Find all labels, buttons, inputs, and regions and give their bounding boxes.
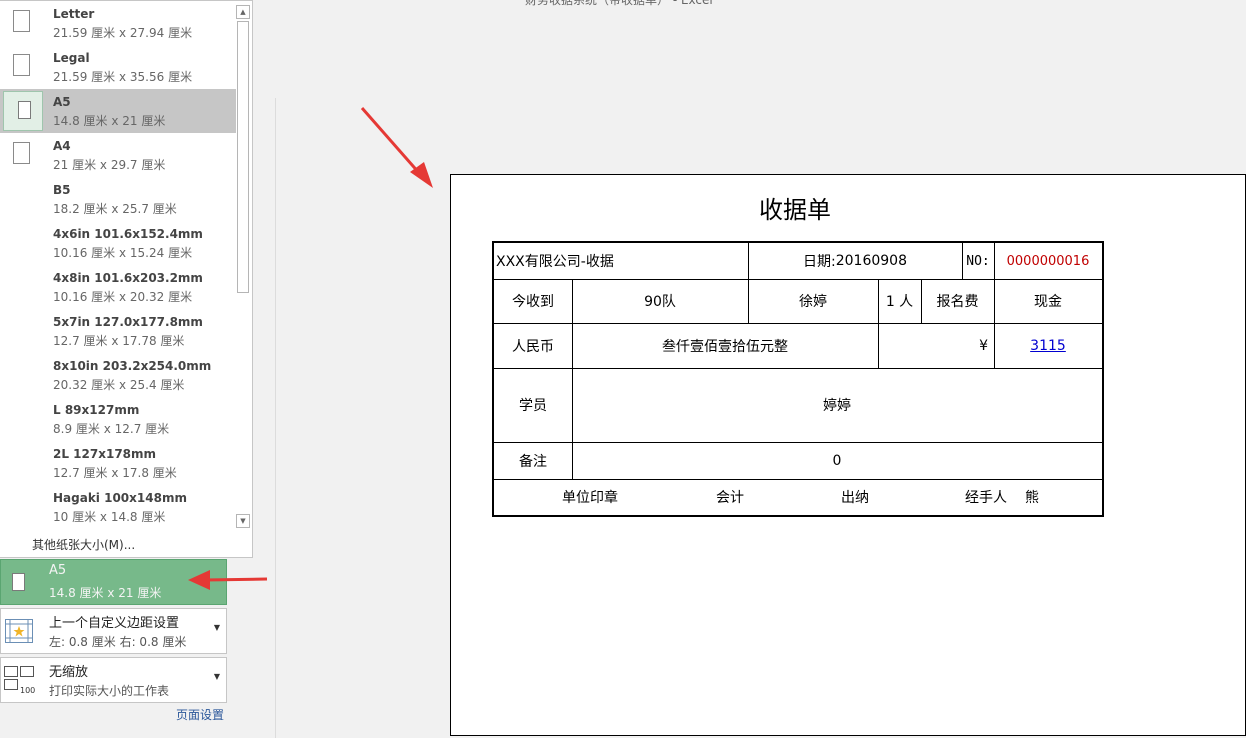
company-name: XXX有限公司-收据 — [496, 254, 614, 270]
person-count: 1 人 — [885, 294, 914, 310]
paper-size-item[interactable]: 2L 127x178mm 12.7 厘米 x 17.8 厘米 — [0, 441, 236, 485]
paper-size-item[interactable]: 4x6in 101.6x152.4mm 10.16 厘米 x 15.24 厘米 — [0, 221, 236, 265]
page-icon — [13, 142, 30, 164]
selected-page-icon — [3, 91, 43, 131]
scaling-sub: 打印实际大小的工作表 — [49, 684, 170, 698]
page-icon — [13, 54, 30, 76]
paper-size-dimensions: 18.2 厘米 x 25.7 厘米 — [53, 202, 177, 216]
paper-size-name: Hagaki 100x148mm — [53, 491, 187, 505]
footer-handler-name: 熊 — [1025, 490, 1039, 506]
svg-text:100: 100 — [20, 686, 35, 695]
paper-size-dimensions: 20.32 厘米 x 25.4 厘米 — [53, 378, 185, 392]
receipt-date: 日期: 20160908 — [803, 253, 907, 270]
margins-sub: 左: 0.8 厘米 右: 0.8 厘米 — [49, 635, 187, 649]
student-label: 学员 — [519, 398, 547, 414]
receipt-table: XXX有限公司-收据 日期: 20160908 NO: 0000000016 今收… — [492, 241, 1104, 517]
scaling-title: 无缩放 — [49, 665, 89, 680]
paper-size-item[interactable]: Legal 21.59 厘米 x 35.56 厘米 — [0, 45, 236, 89]
paper-size-dimensions: 21.59 厘米 x 27.94 厘米 — [53, 26, 193, 40]
paper-size-name: 4x8in 101.6x203.2mm — [53, 271, 203, 285]
panel-divider — [275, 98, 276, 738]
dropdown-arrow-icon[interactable]: ▼ — [214, 623, 220, 632]
paper-size-sub: 14.8 厘米 x 21 厘米 — [49, 586, 162, 600]
paper-size-name: Letter — [53, 7, 95, 21]
scroll-up-icon[interactable]: ▲ — [236, 5, 250, 19]
paper-size-dimensions: 21.59 厘米 x 35.56 厘米 — [53, 70, 193, 84]
paper-size-item[interactable]: Hagaki 100x148mm 10 厘米 x 14.8 厘米 — [0, 485, 236, 529]
annotation-arrow-icon — [360, 107, 433, 188]
paper-size-setting[interactable]: A5 14.8 厘米 x 21 厘米 — [0, 559, 227, 605]
currency-label: 人民币 — [512, 338, 554, 355]
more-paper-sizes-link[interactable]: 其他纸张大小(M)... — [32, 536, 135, 553]
receipt-no-label: NO: — [966, 253, 990, 269]
paper-size-dimensions: 21 厘米 x 29.7 厘米 — [53, 158, 166, 172]
paper-list-scrollbar[interactable]: ▲ ▼ — [236, 5, 250, 528]
paper-size-dropdown: Letter 21.59 厘米 x 27.94 厘米 Legal 21.59 厘米 x… — [0, 0, 253, 558]
margins-title: 上一个自定义边距设置 — [49, 616, 180, 631]
paper-size-item[interactable]: 5x7in 127.0x177.8mm 12.7 厘米 x 17.78 厘米 — [0, 309, 236, 353]
team-value: 90队 — [644, 294, 676, 310]
paper-size-dimensions: 10.16 厘米 x 15.24 厘米 — [53, 246, 193, 260]
paper-size-dimensions: 12.7 厘米 x 17.8 厘米 — [53, 466, 177, 480]
paper-size-list: Letter 21.59 厘米 x 27.94 厘米 Legal 21.59 厘米 x… — [0, 1, 236, 531]
paper-size-item[interactable]: B5 18.2 厘米 x 25.7 厘米 — [0, 177, 236, 221]
scroll-thumb[interactable] — [237, 21, 249, 293]
paper-size-dimensions: 12.7 厘米 x 17.78 厘米 — [53, 334, 185, 348]
paper-size-dimensions: 10 厘米 x 14.8 厘米 — [53, 510, 166, 524]
yen-symbol: ¥ — [979, 337, 988, 354]
footer-handler: 经手人 — [965, 490, 1007, 506]
dropdown-arrow-icon[interactable]: ▼ — [214, 672, 220, 681]
page-icon — [13, 10, 30, 32]
page-setup-link[interactable]: 页面设置 — [176, 706, 224, 723]
paper-size-dimensions: 14.8 厘米 x 21 厘米 — [53, 114, 166, 128]
margins-setting[interactable]: 上一个自定义边距设置 左: 0.8 厘米 右: 0.8 厘米 ▼ — [0, 608, 227, 654]
no-scaling-icon: 100 — [4, 666, 35, 695]
paper-size-name: A5 — [53, 95, 71, 109]
custom-margins-icon — [5, 619, 33, 643]
remark-value: 0 — [832, 452, 842, 469]
paper-size-title: A5 — [49, 563, 67, 578]
paper-size-name: Legal — [53, 51, 90, 65]
scaling-setting[interactable]: 100 无缩放 打印实际大小的工作表 ▼ — [0, 657, 227, 703]
paper-size-name: 4x6in 101.6x152.4mm — [53, 227, 203, 241]
paper-size-name: B5 — [53, 183, 71, 197]
paper-size-name: 2L 127x178mm — [53, 447, 157, 461]
window-title: 财务收据系统（带收据单） - Excel — [525, 0, 713, 7]
paper-size-name: 5x7in 127.0x177.8mm — [53, 315, 203, 329]
payment-method: 现金 — [1034, 294, 1062, 310]
paper-size-dimensions: 8.9 厘米 x 12.7 厘米 — [53, 422, 170, 436]
paper-size-name: A4 — [53, 139, 71, 153]
amount-in-words: 叁仟壹佰壹拾伍元整 — [662, 338, 788, 355]
page-icon — [12, 573, 25, 591]
remark-label: 备注 — [519, 453, 547, 470]
paper-size-item[interactable]: 8x10in 203.2x254.0mm 20.32 厘米 x 25.4 厘米 — [0, 353, 236, 397]
payer-name: 徐婷 — [799, 294, 827, 310]
paper-size-item[interactable]: A5 14.8 厘米 x 21 厘米 — [0, 89, 236, 133]
scroll-down-icon[interactable]: ▼ — [236, 514, 250, 528]
page-icon — [18, 101, 31, 119]
paper-size-name: 8x10in 203.2x254.0mm — [53, 359, 212, 373]
fee-type: 报名费 — [936, 294, 979, 310]
amount-value[interactable]: 3115 — [994, 323, 1102, 368]
paper-size-dimensions: 10.16 厘米 x 20.32 厘米 — [53, 290, 193, 304]
paper-size-name: L 89x127mm — [53, 403, 140, 417]
footer-seal: 单位印章 — [562, 490, 618, 506]
footer-cashier: 出纳 — [841, 490, 869, 506]
paper-size-item[interactable]: L 89x127mm 8.9 厘米 x 12.7 厘米 — [0, 397, 236, 441]
paper-size-item[interactable]: 4x8in 101.6x203.2mm 10.16 厘米 x 20.32 厘米 — [0, 265, 236, 309]
received-label: 今收到 — [512, 294, 554, 310]
student-value: 婷婷 — [823, 398, 851, 414]
paper-size-item[interactable]: A4 21 厘米 x 29.7 厘米 — [0, 133, 236, 177]
footer-accountant: 会计 — [716, 490, 744, 506]
receipt-title: 收据单 — [759, 196, 831, 224]
receipt-no-value: 0000000016 — [1006, 253, 1090, 269]
paper-size-item[interactable]: Letter 21.59 厘米 x 27.94 厘米 — [0, 1, 236, 45]
